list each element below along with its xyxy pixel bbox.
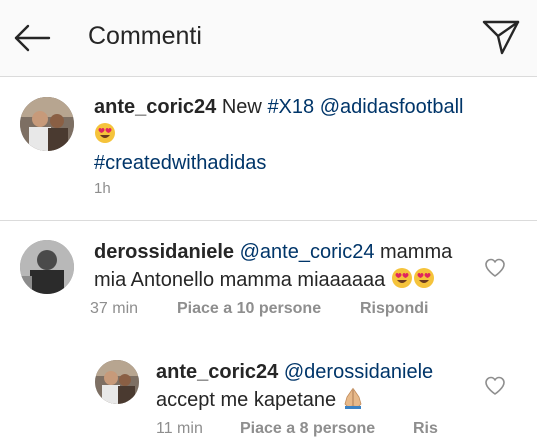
avatar[interactable] [20,240,74,294]
comment-text: derossidaniele @ante_coric24 mamma mia A… [94,238,474,294]
comment-username[interactable]: ante_coric24 [156,361,278,383]
hashtag-link[interactable]: #X18 [267,96,314,118]
mention-link[interactable]: @ante_coric24 [240,241,375,263]
comment-meta: 11 min Piace a 8 persone Ris [156,420,526,440]
heart-eyes-emoji-icon [95,123,115,143]
comment-time: 37 min [90,300,139,317]
like-heart-icon[interactable] [484,376,506,396]
folded-hands-emoji-icon [344,387,362,409]
heart-eyes-emoji-icon [413,268,434,288]
reply-button[interactable]: Rispondi [360,300,428,318]
heart-eyes-emoji-icon [391,268,412,288]
comment-body: accept me kapetane [156,389,337,411]
likes-count-link[interactable]: Piace a 8 persone [240,420,375,438]
post-caption: ante_coric24 New #X18 @adidasfootball #c… [0,77,537,221]
caption-text: ante_coric24 New #X18 @adidasfootball #c… [94,93,494,177]
paper-plane-icon [482,20,520,55]
avatar[interactable] [95,360,139,404]
like-heart-icon[interactable] [484,258,506,278]
comments-header: Commenti [0,0,537,77]
back-button[interactable] [12,22,52,54]
comment-time: 11 min [156,420,203,437]
reply-button[interactable]: Ris [413,420,438,438]
mention-link[interactable]: @adidasfootball [320,96,464,118]
hashtag-link[interactable]: #createdwithadidas [94,152,266,174]
likes-count-link[interactable]: Piace a 10 persone [177,300,321,318]
comment-username[interactable]: derossidaniele [94,241,234,263]
direct-message-button[interactable] [480,18,522,56]
page-title: Commenti [88,22,202,50]
arrow-left-icon [14,24,51,52]
caption-text-prefix: New [221,96,262,118]
mention-link[interactable]: @derossidaniele [284,361,433,383]
comment-meta: 37 min Piace a 10 persone Rispondi [90,300,530,320]
caption-time: 1h [94,180,111,197]
caption-username[interactable]: ante_coric24 [94,96,216,118]
comment-text: ante_coric24 @derossidaniele accept me k… [156,358,476,414]
avatar[interactable] [20,97,74,151]
